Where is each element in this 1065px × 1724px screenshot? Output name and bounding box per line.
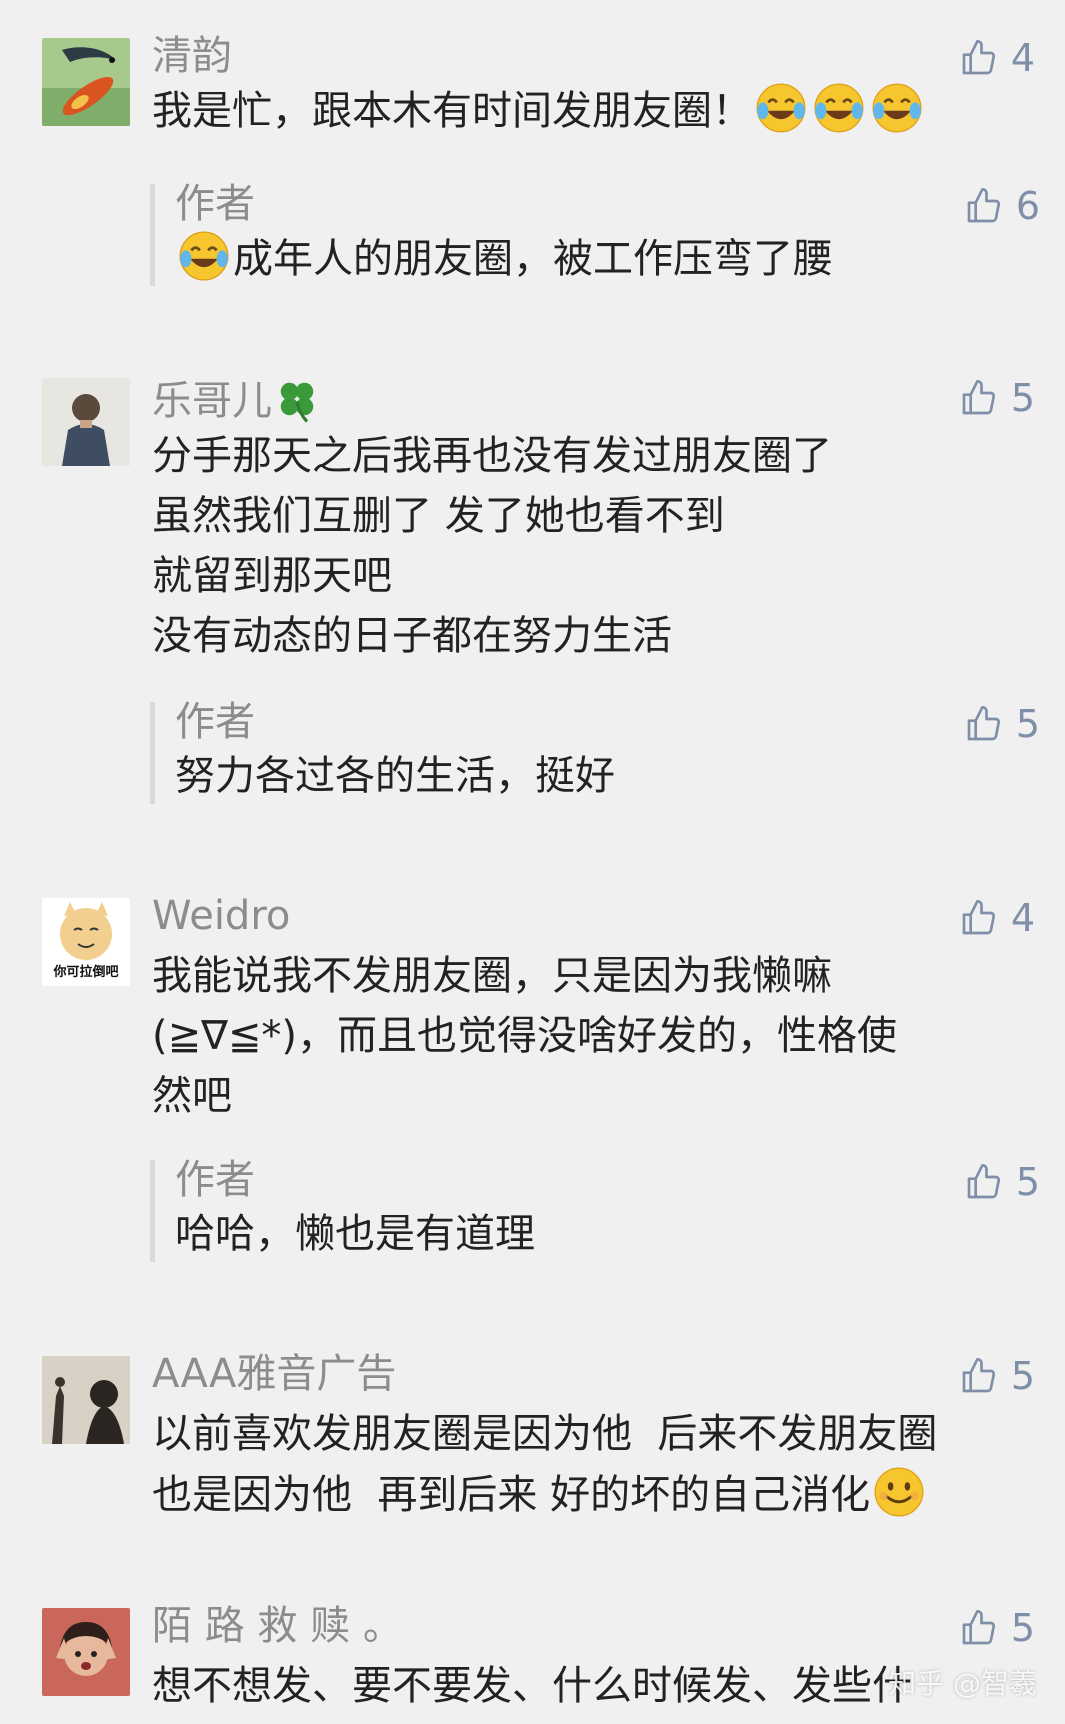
comment-text: 我能说我不发朋友圈，只是因为我懒嘛 (≧∇≦*)，而且也觉得没啥好发的，性格使 …	[152, 953, 897, 1119]
smile-emoji	[874, 1467, 924, 1517]
like-count: 4	[1010, 36, 1035, 80]
username[interactable]: 陌 路 救 赎 。	[152, 1606, 403, 1646]
reply-username[interactable]: 作者	[175, 702, 255, 742]
reply-username[interactable]: 作者	[175, 184, 255, 224]
watermark: 知乎 @智羲	[888, 1667, 1037, 1700]
author-reply: 作者 5 努力各过各的生活，挺好	[150, 702, 1040, 804]
author-reply: 作者 5 哈哈，懒也是有道理	[150, 1160, 1040, 1262]
reply-text: 努力各过各的生活，挺好	[175, 753, 615, 799]
author-reply: 作者 6 成年人的朋友圈，被工作压弯了腰	[150, 184, 1040, 286]
comment-body: 以前喜欢发朋友圈是因为他 后来不发朋友圈 也是因为他 再到后来 好的坏的自己消化	[152, 1411, 938, 1518]
username-text: 乐哥儿	[152, 378, 272, 424]
avatar[interactable]	[42, 378, 130, 466]
comment-text: 分手那天之后我再也没有发过朋友圈了 虽然我们互删了 发了她也看不到 就留到那天吧…	[152, 433, 832, 659]
comment-body: 我是忙，跟本木有时间发朋友圈！	[152, 88, 752, 134]
thumbs-up-icon	[967, 188, 1000, 223]
avatar[interactable]	[42, 38, 130, 126]
username[interactable]: 乐哥儿	[152, 374, 322, 424]
like-button[interactable]: 4	[959, 38, 1035, 78]
like-count: 6	[1015, 184, 1040, 228]
like-button[interactable]: 5	[959, 1356, 1035, 1396]
reply-text: 哈哈，懒也是有道理	[175, 1211, 535, 1257]
thumbs-up-icon	[962, 1610, 995, 1645]
like-button[interactable]: 5	[964, 1162, 1040, 1202]
thumbs-up-icon	[967, 1164, 1000, 1199]
comment-text: 我是忙，跟本木有时间发朋友圈！	[152, 80, 1032, 141]
username[interactable]: AAA雅音广告	[152, 1354, 396, 1394]
laugh-cry-emoji	[872, 83, 922, 133]
thumbs-up-icon	[962, 380, 995, 415]
comment-text: 以前喜欢发朋友圈是因为他 后来不发朋友圈 也是因为他 再到后来 好的坏的自己消化	[152, 1404, 1032, 1525]
like-button[interactable]: 5	[964, 704, 1040, 744]
thumbs-up-icon	[962, 1358, 995, 1393]
like-count: 5	[1010, 376, 1035, 420]
reply-text: 成年人的朋友圈，被工作压弯了腰	[175, 228, 995, 289]
thumbs-up-icon	[962, 40, 995, 75]
avatar[interactable]	[42, 1608, 130, 1696]
like-count: 5	[1010, 1354, 1035, 1398]
avatar[interactable]: 你可拉倒吧	[42, 898, 130, 986]
reply-body: 成年人的朋友圈，被工作压弯了腰	[233, 236, 833, 282]
username[interactable]: Weidro	[152, 896, 290, 936]
four-leaf-clover-emoji	[280, 382, 314, 423]
thumbs-up-icon	[962, 900, 995, 935]
like-button[interactable]: 5	[959, 378, 1035, 418]
thumbs-up-icon	[967, 706, 1000, 741]
like-count: 5	[1015, 702, 1040, 746]
like-count: 4	[1010, 896, 1035, 940]
reply-username[interactable]: 作者	[175, 1160, 255, 1200]
laugh-cry-emoji	[756, 83, 806, 133]
like-button[interactable]: 5	[959, 1608, 1035, 1648]
avatar[interactable]	[42, 1356, 130, 1444]
username[interactable]: 清韵	[152, 36, 232, 76]
like-button[interactable]: 4	[959, 898, 1035, 938]
like-button[interactable]: 6	[964, 186, 1040, 226]
like-count: 5	[1015, 1160, 1040, 1204]
laugh-cry-emoji	[179, 231, 229, 281]
like-count: 5	[1010, 1606, 1035, 1650]
laugh-cry-emoji	[814, 83, 864, 133]
avatar-caption: 你可拉倒吧	[53, 965, 119, 980]
